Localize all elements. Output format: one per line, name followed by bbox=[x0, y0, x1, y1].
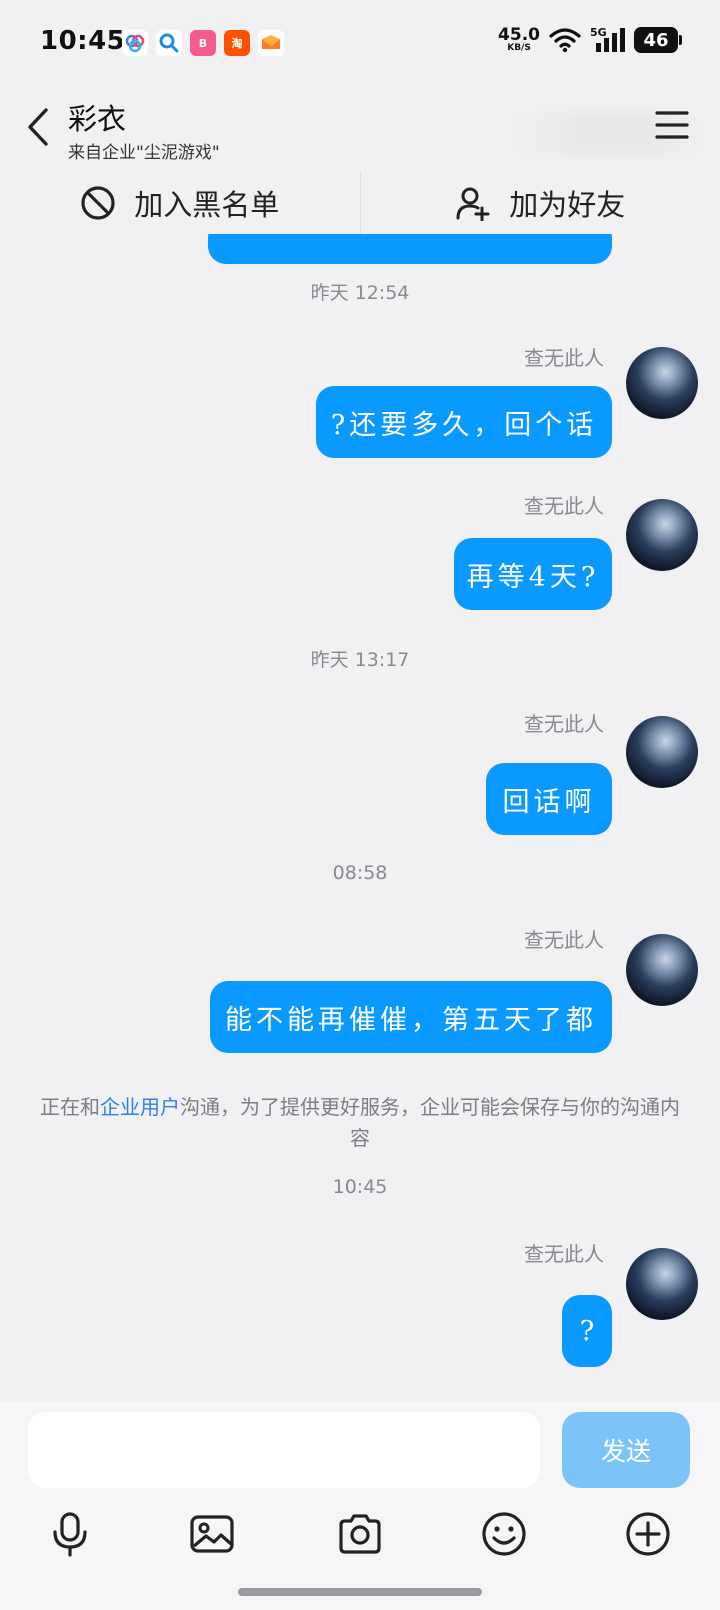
avatar[interactable] bbox=[626, 934, 698, 1006]
avatar[interactable] bbox=[626, 499, 698, 571]
sender-name: 查无此人 bbox=[524, 494, 604, 518]
message-list[interactable]: 昨天 12:54 查无此人 ?还要多久，回个话 查无此人 再等4天? 昨天 13… bbox=[0, 234, 720, 1402]
message-bubble[interactable]: 再等4天? bbox=[454, 538, 612, 610]
add-friend-button[interactable]: 加为好友 bbox=[361, 172, 720, 234]
battery-icon: 46 bbox=[634, 27, 682, 53]
signal-5g-icon: 5G bbox=[590, 26, 625, 52]
network-speed-value: 45.0 bbox=[498, 25, 540, 45]
add-user-icon bbox=[456, 187, 490, 221]
taobao-app-icon: 淘 bbox=[224, 30, 250, 56]
notice-prefix: 正在和 bbox=[40, 1095, 100, 1119]
microphone-icon[interactable] bbox=[46, 1510, 94, 1558]
blacklist-label: 加入黑名单 bbox=[134, 188, 280, 222]
game-app-icon bbox=[258, 30, 284, 56]
home-indicator[interactable] bbox=[238, 1588, 482, 1596]
network-speed-unit: KB/S bbox=[507, 43, 531, 53]
action-bar: 加入黑名单 加为好友 bbox=[0, 172, 720, 234]
message-bubble[interactable]: 回话啊 bbox=[486, 763, 612, 835]
emoji-icon[interactable] bbox=[480, 1510, 528, 1558]
notice-suffix: 沟通，为了提供更好服务，企业可能会保存与你的沟通内容 bbox=[180, 1095, 680, 1150]
status-right: 45.0 KB/S 5G 46 bbox=[498, 26, 682, 54]
add-friend-label: 加为好友 bbox=[509, 188, 626, 222]
image-icon[interactable] bbox=[188, 1510, 236, 1558]
message-bubble[interactable]: 能不能再催催，第五天了都 bbox=[210, 981, 612, 1053]
send-button[interactable]: 发送 bbox=[562, 1412, 690, 1488]
enterprise-notice: 正在和企业用户沟通，为了提供更好服务，企业可能会保存与你的沟通内容 bbox=[40, 1092, 680, 1154]
chat-header: 彩衣 来自企业"尘泥游戏" bbox=[0, 86, 720, 172]
blacklist-button[interactable]: 加入黑名单 bbox=[0, 172, 360, 234]
status-time: 10:45 bbox=[40, 26, 126, 56]
timestamp: 10:45 bbox=[332, 1176, 388, 1198]
sender-name: 查无此人 bbox=[524, 712, 604, 736]
timestamp: 08:58 bbox=[332, 862, 388, 884]
chat-subtitle: 来自企业"尘泥游戏" bbox=[68, 143, 220, 163]
message-bubble[interactable]: ? bbox=[562, 1295, 612, 1367]
message-bubble[interactable]: ?还要多久，回个话 bbox=[316, 386, 612, 458]
block-icon bbox=[81, 186, 115, 220]
sender-name: 查无此人 bbox=[524, 1242, 604, 1266]
message-input[interactable] bbox=[28, 1412, 540, 1488]
sender-name: 查无此人 bbox=[524, 928, 604, 952]
chat-screen: 10:45 B 淘 45.0 KB/S 5G 46 彩衣 来自企业"尘泥游戏" … bbox=[0, 0, 720, 1610]
network-speed: 45.0 KB/S bbox=[498, 27, 540, 53]
avatar[interactable] bbox=[626, 716, 698, 788]
message-bubble-partial[interactable] bbox=[208, 234, 612, 264]
app-notification-icon bbox=[122, 30, 148, 56]
search-app-icon bbox=[156, 30, 182, 56]
notification-icons: B 淘 bbox=[122, 30, 284, 56]
bilibili-app-icon: B bbox=[190, 30, 216, 56]
input-bar: 发送 bbox=[0, 1402, 720, 1610]
sender-name: 查无此人 bbox=[524, 346, 604, 370]
wifi-icon bbox=[549, 28, 581, 53]
status-bar: 10:45 B 淘 45.0 KB/S 5G 46 bbox=[0, 0, 720, 86]
network-type: 5G bbox=[590, 26, 607, 39]
avatar[interactable] bbox=[626, 1248, 698, 1320]
avatar[interactable] bbox=[626, 347, 698, 419]
camera-icon[interactable] bbox=[336, 1510, 384, 1558]
chat-title: 彩衣 bbox=[68, 102, 127, 136]
menu-icon[interactable] bbox=[654, 108, 690, 142]
enterprise-user-link[interactable]: 企业用户 bbox=[100, 1095, 180, 1119]
timestamp: 昨天 13:17 bbox=[310, 649, 410, 671]
back-button[interactable] bbox=[20, 104, 56, 150]
plus-icon[interactable] bbox=[624, 1510, 672, 1558]
timestamp: 昨天 12:54 bbox=[310, 282, 410, 304]
